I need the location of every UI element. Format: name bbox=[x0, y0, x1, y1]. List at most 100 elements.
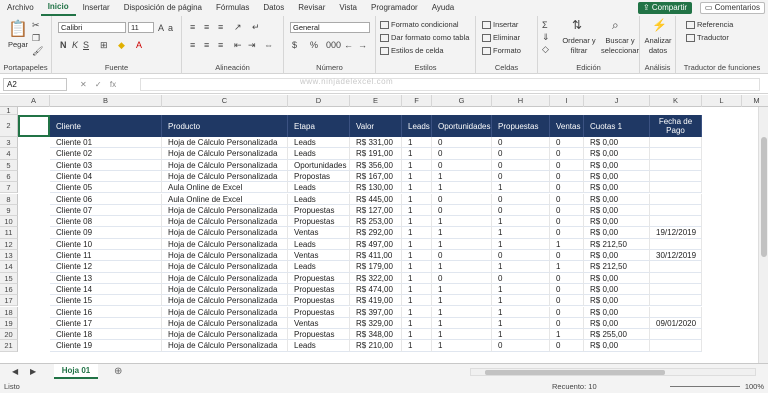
reference-button[interactable]: Referencia bbox=[686, 20, 733, 30]
row-header-15[interactable]: 15 bbox=[0, 272, 18, 284]
table-cell[interactable]: 1 bbox=[492, 317, 550, 330]
table-cell[interactable]: 1 bbox=[492, 216, 550, 228]
table-cell[interactable]: R$ 0,00 bbox=[584, 193, 650, 205]
table-header-cell[interactable]: Etapa bbox=[288, 115, 350, 137]
cut-icon[interactable]: ✂ bbox=[32, 20, 40, 30]
table-cell[interactable]: 0 bbox=[550, 283, 584, 296]
align-middle-icon[interactable]: ≡ bbox=[204, 22, 209, 32]
table-cell[interactable]: R$ 329,00 bbox=[350, 317, 402, 330]
row-header-9[interactable]: 9 bbox=[0, 204, 18, 217]
table-cell[interactable]: Hoja de Cálculo Personalizada bbox=[162, 227, 288, 239]
table-cell[interactable]: R$ 210,00 bbox=[350, 340, 402, 352]
cell-styles-button[interactable]: Estilos de celda bbox=[380, 46, 444, 56]
row-header-4[interactable]: 4 bbox=[0, 148, 18, 160]
share-button[interactable]: ⇪ Compartir bbox=[637, 2, 692, 14]
table-cell[interactable]: 1 bbox=[432, 329, 492, 341]
table-cell[interactable]: 0 bbox=[550, 204, 584, 217]
tab-datos[interactable]: Datos bbox=[256, 0, 291, 16]
table-cell[interactable]: Hoja de Cálculo Personalizada bbox=[162, 306, 288, 318]
column-header-c[interactable]: C bbox=[162, 95, 288, 107]
align-left-icon[interactable]: ≡ bbox=[190, 40, 195, 50]
table-cell[interactable]: 1 bbox=[492, 182, 550, 194]
table-cell[interactable]: 1 bbox=[402, 137, 432, 149]
table-cell[interactable]: R$ 0,00 bbox=[584, 137, 650, 149]
table-cell[interactable]: 0 bbox=[432, 204, 492, 217]
table-cell[interactable]: Hoja de Cálculo Personalizada bbox=[162, 148, 288, 160]
table-cell[interactable]: 0 bbox=[492, 204, 550, 217]
table-cell[interactable]: 0 bbox=[492, 159, 550, 171]
row-header-3[interactable]: 3 bbox=[0, 137, 18, 149]
table-cell[interactable]: Propuestas bbox=[288, 216, 350, 228]
table-cell[interactable]: Hoja de Cálculo Personalizada bbox=[162, 295, 288, 307]
table-cell[interactable]: R$ 0,00 bbox=[584, 317, 650, 330]
column-header-a[interactable]: A bbox=[18, 95, 50, 107]
table-cell[interactable]: 19/12/2019 bbox=[650, 227, 702, 239]
table-cell[interactable]: Ventas bbox=[288, 250, 350, 262]
table-cell[interactable]: Propuestas bbox=[288, 329, 350, 341]
table-cell[interactable]: Cliente 01 bbox=[50, 137, 162, 149]
align-center-icon[interactable]: ≡ bbox=[204, 40, 209, 50]
table-cell[interactable]: R$ 127,00 bbox=[350, 204, 402, 217]
column-header-m[interactable]: M bbox=[742, 95, 768, 107]
table-cell[interactable]: 1 bbox=[402, 182, 432, 194]
table-cell[interactable]: 0 bbox=[492, 250, 550, 262]
table-cell[interactable]: 0 bbox=[550, 170, 584, 183]
table-cell[interactable]: 1 bbox=[432, 340, 492, 352]
table-cell[interactable]: 1 bbox=[402, 283, 432, 296]
row-header-12[interactable]: 12 bbox=[0, 238, 18, 250]
table-header-cell[interactable]: Leads bbox=[402, 115, 432, 137]
table-header-cell[interactable]: Producto bbox=[162, 115, 288, 137]
table-header-cell[interactable]: Ventas bbox=[550, 115, 584, 137]
table-cell[interactable]: Cliente 18 bbox=[50, 329, 162, 341]
row-header-8[interactable]: 8 bbox=[0, 193, 18, 205]
row-header-18[interactable]: 18 bbox=[0, 306, 18, 318]
formula-buttons[interactable]: ✕ ✓ fx bbox=[80, 80, 116, 89]
border-icon[interactable]: ⊞ bbox=[100, 40, 108, 50]
table-cell[interactable]: Hoja de Cálculo Personalizada bbox=[162, 283, 288, 296]
table-cell[interactable]: R$ 419,00 bbox=[350, 295, 402, 307]
table-cell[interactable]: 0 bbox=[550, 317, 584, 330]
table-cell[interactable]: Propostas bbox=[288, 170, 350, 183]
table-cell[interactable]: 0 bbox=[550, 295, 584, 307]
table-cell[interactable]: Propuestas bbox=[288, 283, 350, 296]
sort-filter-button[interactable]: Ordenar y filtrar bbox=[562, 36, 596, 56]
table-cell[interactable] bbox=[650, 159, 702, 171]
table-cell[interactable]: Aula Online de Excel bbox=[162, 182, 288, 194]
table-cell[interactable]: Propuestas bbox=[288, 295, 350, 307]
table-cell[interactable]: 0 bbox=[550, 250, 584, 262]
table-cell[interactable]: 0 bbox=[432, 148, 492, 160]
table-cell[interactable]: Hoja de Cálculo Personalizada bbox=[162, 317, 288, 330]
table-cell[interactable]: Propuestas bbox=[288, 272, 350, 284]
table-cell[interactable]: 1 bbox=[402, 204, 432, 217]
table-cell[interactable]: 1 bbox=[402, 216, 432, 228]
table-cell[interactable]: Hoja de Cálculo Personalizada bbox=[162, 137, 288, 149]
table-cell[interactable]: 1 bbox=[550, 238, 584, 250]
table-cell[interactable]: 1 bbox=[402, 317, 432, 330]
table-cell[interactable]: 1 bbox=[402, 250, 432, 262]
row-header-16[interactable]: 16 bbox=[0, 283, 18, 296]
format-cells-button[interactable]: Formato bbox=[482, 46, 521, 56]
column-header-h[interactable]: H bbox=[492, 95, 550, 107]
table-cell[interactable] bbox=[650, 295, 702, 307]
worksheet-grid[interactable]: ABCDEFGHIJKLM 1 2 Cliente Producto Etapa Valo… bbox=[0, 95, 768, 363]
table-cell[interactable]: R$ 0,00 bbox=[584, 182, 650, 194]
clear-icon[interactable]: ◇ bbox=[542, 44, 549, 54]
table-cell[interactable]: R$ 0,00 bbox=[584, 227, 650, 239]
table-cell[interactable]: Cliente 14 bbox=[50, 283, 162, 296]
table-cell[interactable]: Cliente 05 bbox=[50, 182, 162, 194]
row-header-10[interactable]: 10 bbox=[0, 216, 18, 228]
percent-icon[interactable]: % bbox=[310, 40, 318, 50]
bold-icon[interactable]: N bbox=[60, 40, 67, 50]
wrap-text-icon[interactable]: ↵ bbox=[252, 22, 260, 32]
table-cell[interactable]: 0 bbox=[492, 340, 550, 352]
table-cell[interactable]: 1 bbox=[432, 238, 492, 250]
table-cell[interactable]: 1 bbox=[550, 261, 584, 273]
tab-archivo[interactable]: Archivo bbox=[0, 0, 41, 16]
table-cell[interactable]: Ventas bbox=[288, 227, 350, 239]
table-cell[interactable]: R$ 179,00 bbox=[350, 261, 402, 273]
font-size-select[interactable]: 11 bbox=[128, 22, 154, 33]
table-cell[interactable]: R$ 474,00 bbox=[350, 283, 402, 296]
add-sheet-icon[interactable]: ⊕ bbox=[114, 366, 122, 377]
table-cell[interactable]: 0 bbox=[550, 148, 584, 160]
fill-icon[interactable]: ⇓ bbox=[542, 32, 550, 42]
